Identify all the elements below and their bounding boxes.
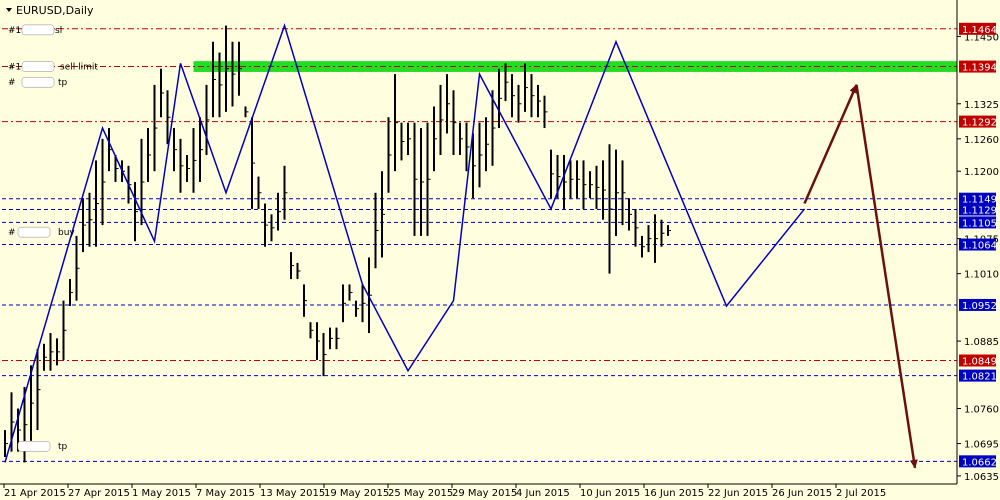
x-tick-label: 26 Jun 2015 [772,488,832,499]
x-tick-label: 27 Apr 2015 [68,488,130,499]
price-tag: 1.0662 [959,455,997,468]
chart-root: #1 sl #1 sell limit # tp # buy tp 1.1450 1.1325 1.… [0,0,1000,500]
x-tick-label: 10 Jun 2015 [580,488,640,499]
x-tick-label: 2 Jul 2015 [836,488,886,499]
price-tag: 1.1292 [959,115,997,129]
y-tick-label: 1.1200 [964,167,999,178]
order-label-prefix: #1 [8,63,21,73]
price-tag-label: 1.0849 [962,356,997,367]
order-label-suffix: sl [55,26,62,36]
price-tag: 1.1105 [959,216,997,229]
x-tick-label: 19 May 2015 [324,488,389,499]
price-tag-label: 1.1394 [962,63,997,74]
price-tag: 1.1064 [959,238,997,252]
price-tag: 1.0849 [959,354,997,367]
x-tick-label: 22 Jun 2015 [708,488,768,499]
price-tag: 1.0821 [959,369,997,383]
order-label-prefix: # [8,78,16,88]
order-label-badge [21,61,55,72]
order-label-prefix: #1 [8,26,21,36]
price-tag-label: 1.1105 [962,218,997,229]
price-tag-label: 1.1292 [962,118,997,129]
chart-title: EURUSD,Daily [6,4,94,17]
order-label-suffix: tp [58,442,68,452]
x-tick-label: 1 May 2015 [132,488,191,499]
price-tag-label: 1.0952 [962,301,997,312]
order-label-badge [21,24,55,36]
x-tick-label: 4 Jun 2015 [516,488,570,499]
order-label-suffix: sell limit [60,63,98,73]
price-tag: 1.1464 [959,22,997,36]
y-tick-label: 1.1325 [964,100,999,111]
y-tick-label: 1.0635 [964,472,999,483]
x-tick-label: 25 May 2015 [388,488,453,499]
order-label[interactable]: #1 sl [8,24,62,36]
x-tick-label: 21 Apr 2015 [4,488,66,499]
order-label-badge [17,226,51,238]
x-tick-label: 16 Jun 2015 [644,488,704,499]
price-tag-label: 1.0662 [962,457,997,468]
order-label-badge [17,440,51,452]
order-label-badge [21,76,55,88]
y-tick-label: 1.0760 [964,404,999,415]
price-tag: 1.1394 [959,60,997,74]
y-tick-label: 1.0695 [964,440,999,451]
price-tag: 1.0952 [959,298,997,312]
price-tag: 1.1129 [959,203,997,216]
order-label-suffix: buy [58,228,75,238]
price-tag-label: 1.1464 [962,25,997,36]
order-label-suffix: tp [58,78,68,88]
price-tag-label: 1.0821 [962,372,997,383]
order-label-prefix: # [8,228,16,238]
y-tick-label: 1.0885 [964,337,999,348]
chart-title-text: EURUSD,Daily [16,4,94,17]
x-tick-label: 29 May 2015 [452,488,517,499]
y-tick-label: 1.1010 [964,270,999,281]
y-tick-label: 1.1260 [964,135,999,146]
price-tag-label: 1.1129 [962,205,997,216]
order-label[interactable]: tp [17,440,68,452]
x-tick-label: 13 May 2015 [260,488,325,499]
x-tick-label: 7 May 2015 [196,488,255,499]
eurusd-daily-chart: #1 sl#1 sell limit# tp# buytp 1.14501.13251.… [0,0,1000,500]
price-tag-label: 1.1064 [962,241,997,252]
